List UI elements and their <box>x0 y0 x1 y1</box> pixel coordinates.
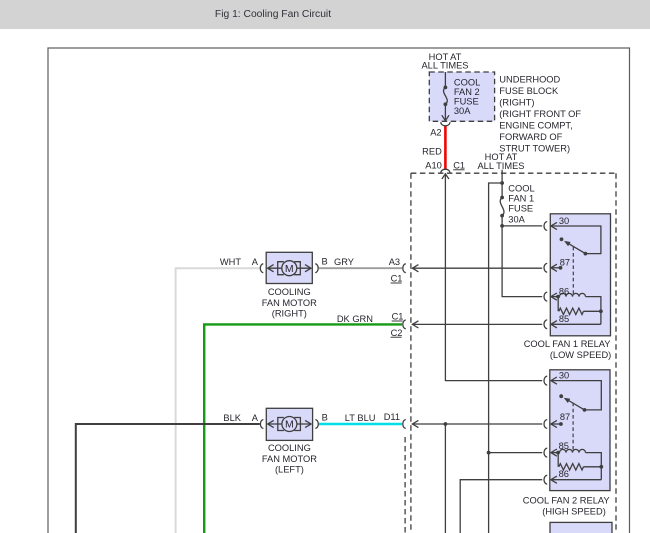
svg-text:COOL FAN 2 RELAY: COOL FAN 2 RELAY <box>523 495 610 505</box>
svg-text:M: M <box>285 263 294 275</box>
svg-text:(RIGHT): (RIGHT) <box>272 309 307 319</box>
svg-text:FUSE: FUSE <box>454 97 479 107</box>
svg-text:COOL FAN 1 RELAY: COOL FAN 1 RELAY <box>524 339 611 349</box>
svg-text:30: 30 <box>559 216 569 226</box>
svg-text:A: A <box>252 257 259 267</box>
svg-text:DK GRN: DK GRN <box>337 314 373 324</box>
svg-text:C1: C1 <box>453 160 465 170</box>
svg-text:FAN 2: FAN 2 <box>454 87 480 97</box>
svg-text:85: 85 <box>559 314 569 324</box>
svg-text:(RIGHT FRONT OF: (RIGHT FRONT OF <box>499 109 581 119</box>
svg-text:WHT: WHT <box>220 257 241 267</box>
svg-text:COOL: COOL <box>454 78 480 88</box>
svg-text:RED: RED <box>422 146 442 156</box>
svg-text:C1: C1 <box>391 274 403 284</box>
svg-text:30A: 30A <box>508 214 525 224</box>
svg-text:30A: 30A <box>454 106 471 116</box>
svg-text:FORWARD OF: FORWARD OF <box>499 132 562 142</box>
svg-text:B: B <box>322 412 328 422</box>
svg-text:ENGINE COMPT,: ENGINE COMPT, <box>499 120 572 130</box>
svg-text:C2: C2 <box>391 328 403 338</box>
svg-text:86: 86 <box>559 286 569 296</box>
svg-text:B: B <box>322 257 328 267</box>
svg-text:C1: C1 <box>392 312 404 322</box>
svg-text:(RIGHT): (RIGHT) <box>499 97 534 107</box>
svg-text:FAN MOTOR: FAN MOTOR <box>262 454 317 464</box>
svg-text:BLK: BLK <box>223 413 241 423</box>
svg-text:ALL TIMES: ALL TIMES <box>477 161 524 171</box>
svg-text:A3: A3 <box>389 257 400 267</box>
svg-text:COOLING: COOLING <box>268 287 311 297</box>
svg-text:ALL TIMES: ALL TIMES <box>421 61 468 71</box>
svg-text:A10: A10 <box>425 160 442 170</box>
svg-text:(HIGH SPEED): (HIGH SPEED) <box>542 506 606 516</box>
svg-text:GRY: GRY <box>334 257 354 267</box>
svg-text:COOL: COOL <box>508 183 534 193</box>
svg-text:30: 30 <box>559 370 569 380</box>
svg-text:LT BLU: LT BLU <box>345 413 376 423</box>
svg-text:86: 86 <box>559 469 569 479</box>
svg-text:UNDERHOOD: UNDERHOOD <box>499 74 560 84</box>
svg-text:M: M <box>285 419 294 431</box>
svg-text:(LEFT): (LEFT) <box>275 465 304 475</box>
svg-text:85: 85 <box>559 441 569 451</box>
svg-text:D11: D11 <box>384 412 400 422</box>
svg-text:87: 87 <box>560 257 570 267</box>
svg-text:87: 87 <box>560 412 570 422</box>
svg-text:(LOW SPEED): (LOW SPEED) <box>550 350 611 360</box>
svg-text:COOLING: COOLING <box>268 443 311 453</box>
svg-text:A: A <box>252 413 259 423</box>
svg-text:FUSE: FUSE <box>508 203 533 213</box>
svg-text:FAN 1: FAN 1 <box>508 193 534 203</box>
svg-text:FUSE BLOCK: FUSE BLOCK <box>499 86 559 96</box>
svg-text:FAN MOTOR: FAN MOTOR <box>262 298 317 308</box>
svg-text:A2: A2 <box>430 127 441 137</box>
